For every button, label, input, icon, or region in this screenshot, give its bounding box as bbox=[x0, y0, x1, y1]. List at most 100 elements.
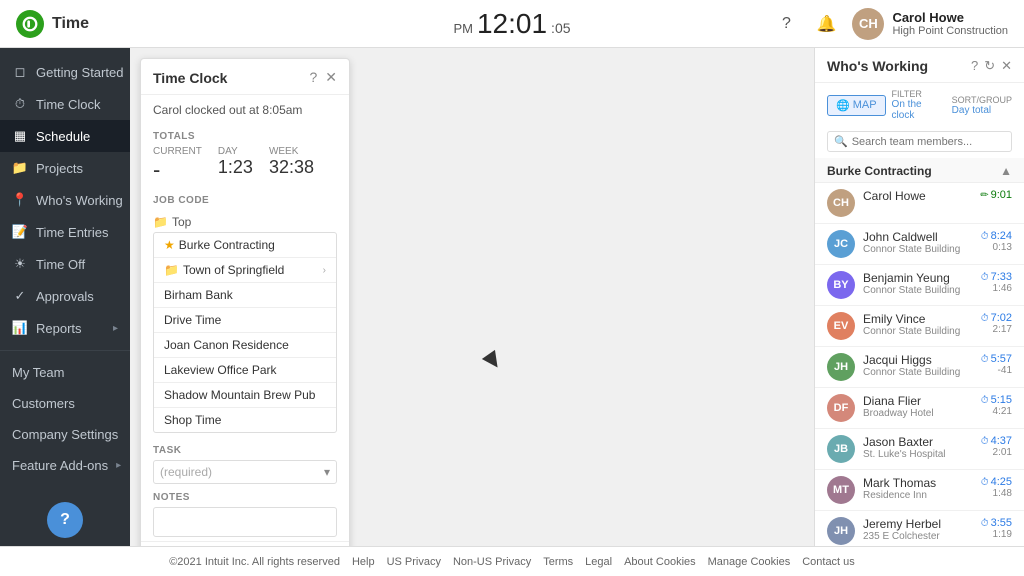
schedule-icon: ▦ bbox=[12, 128, 28, 144]
ww-person-info: Diana FlierBroadway Hotel bbox=[863, 394, 973, 419]
ww-avatar: JC bbox=[827, 230, 855, 258]
modal-footer: OPTIONS ▾ Take Break › Clock In bbox=[141, 541, 349, 546]
modal-close-icon[interactable]: ✕ bbox=[325, 69, 337, 86]
bell-icon[interactable]: 🔔 bbox=[812, 10, 840, 38]
help-icon[interactable]: ? bbox=[772, 10, 800, 38]
modal-help-icon[interactable]: ? bbox=[309, 69, 317, 86]
ww-person-item[interactable]: JBJason BaxterSt. Luke's Hospital⏱ 4:372… bbox=[815, 429, 1024, 470]
ww-person-item[interactable]: EVEmily VinceConnor State Building⏱ 7:02… bbox=[815, 306, 1024, 347]
footer-help[interactable]: Help bbox=[352, 556, 375, 568]
ww-person-info: Emily VinceConnor State Building bbox=[863, 312, 973, 337]
mouse-cursor bbox=[482, 350, 504, 372]
sidebar-nav: ◻ Getting Started ⏱ Time Clock ▦ Schedul… bbox=[0, 48, 130, 490]
user-name: Carol Howe bbox=[892, 10, 1008, 25]
clock-icon: ⏱ bbox=[981, 395, 989, 406]
ww-time-value: 5:57 bbox=[991, 353, 1012, 365]
qb-logo[interactable] bbox=[16, 10, 44, 38]
total-week: WEEK 32:38 bbox=[269, 146, 314, 183]
feature-add-ons-arrow: ▸ bbox=[116, 460, 121, 471]
ww-person-item[interactable]: JHJeremy Herbel235 E Colchester⏱ 3:551:1… bbox=[815, 511, 1024, 546]
ww-person-item[interactable]: JCJohn CaldwellConnor State Building⏱ 8:… bbox=[815, 224, 1024, 265]
sidebar: ◻ Getting Started ⏱ Time Clock ▦ Schedul… bbox=[0, 48, 130, 546]
time-display: 12:01 bbox=[477, 8, 547, 40]
filter-value[interactable]: On the clock bbox=[892, 99, 946, 121]
job-code-section: JOB CODE 📁 Top ★Burke Contracting 📁Town … bbox=[141, 189, 349, 441]
whos-working-icon: 📍 bbox=[12, 192, 28, 208]
ww-person-name: Emily Vince bbox=[863, 312, 973, 326]
sidebar-label-my-team: My Team bbox=[12, 365, 65, 380]
job-item-springfield[interactable]: 📁Town of Springfield › bbox=[154, 258, 336, 283]
sort-value[interactable]: Day total bbox=[952, 105, 1012, 116]
time-clock-modal: Time Clock ? ✕ Carol clocked out at 8:05… bbox=[140, 58, 350, 546]
job-item-lakeview[interactable]: Lakeview Office Park bbox=[154, 358, 336, 383]
ww-person-name: Jeremy Herbel bbox=[863, 517, 973, 531]
ww-company-header: Burke Contracting ▲ bbox=[815, 158, 1024, 183]
sidebar-item-schedule[interactable]: ▦ Schedule bbox=[0, 120, 130, 152]
ww-person-item[interactable]: BYBenjamin YeungConnor State Building⏱ 7… bbox=[815, 265, 1024, 306]
footer-manage-cookies[interactable]: Manage Cookies bbox=[708, 556, 791, 568]
ww-refresh-icon[interactable]: ↻ bbox=[984, 58, 995, 74]
ww-person-name: Jason Baxter bbox=[863, 435, 973, 449]
sidebar-item-my-team[interactable]: My Team bbox=[0, 357, 130, 388]
ww-person-name: Carol Howe bbox=[863, 189, 972, 203]
sidebar-item-company-settings[interactable]: Company Settings bbox=[0, 419, 130, 450]
ww-help-icon[interactable]: ? bbox=[971, 58, 978, 74]
footer-about-cookies[interactable]: About Cookies bbox=[624, 556, 696, 568]
job-item-burke[interactable]: ★Burke Contracting bbox=[154, 233, 336, 258]
footer-legal[interactable]: Legal bbox=[585, 556, 612, 568]
footer-us-privacy[interactable]: US Privacy bbox=[387, 556, 441, 568]
sidebar-item-reports[interactable]: 📊 Reports ▸ bbox=[0, 312, 130, 344]
footer-contact-us[interactable]: Contact us bbox=[802, 556, 855, 568]
map-button[interactable]: 🌐 MAP bbox=[827, 95, 886, 116]
job-item-joan[interactable]: Joan Canon Residence bbox=[154, 333, 336, 358]
company-collapse-icon[interactable]: ▲ bbox=[1000, 164, 1012, 178]
modal-header: Time Clock ? ✕ bbox=[141, 59, 349, 95]
ww-time-sub: 0:13 bbox=[993, 242, 1012, 253]
sidebar-item-feature-add-ons[interactable]: Feature Add-ons ▸ bbox=[0, 450, 130, 481]
approvals-icon: ✓ bbox=[12, 288, 28, 304]
ww-person-item[interactable]: CHCarol Howe✏ 9:01 bbox=[815, 183, 1024, 224]
notes-input[interactable] bbox=[153, 507, 337, 537]
clock-icon: ⏱ bbox=[981, 231, 989, 242]
sidebar-item-approvals[interactable]: ✓ Approvals bbox=[0, 280, 130, 312]
sidebar-item-customers[interactable]: Customers bbox=[0, 388, 130, 419]
sidebar-item-getting-started[interactable]: ◻ Getting Started bbox=[0, 56, 130, 88]
ww-person-location: Broadway Hotel bbox=[863, 408, 973, 419]
job-lakeview-label: Lakeview Office Park bbox=[164, 363, 277, 377]
sidebar-item-time-off[interactable]: ☀ Time Off bbox=[0, 248, 130, 280]
ww-avatar: EV bbox=[827, 312, 855, 340]
user-company: High Point Construction bbox=[892, 25, 1008, 37]
ww-person-item[interactable]: DFDiana FlierBroadway Hotel⏱ 5:154:21 bbox=[815, 388, 1024, 429]
header-right: ? 🔔 CH Carol Howe High Point Constructio… bbox=[772, 8, 1008, 40]
totals-row: CURRENT - DAY 1:23 WEEK 32:38 bbox=[153, 146, 337, 183]
sidebar-item-whos-working[interactable]: 📍 Who's Working bbox=[0, 184, 130, 216]
help-circle-button[interactable]: ? bbox=[47, 502, 83, 538]
sidebar-item-projects[interactable]: 📁 Projects bbox=[0, 152, 130, 184]
footer-terms[interactable]: Terms bbox=[543, 556, 573, 568]
day-value: 1:23 bbox=[218, 157, 253, 178]
ww-person-item[interactable]: JHJacqui HiggsConnor State Building⏱ 5:5… bbox=[815, 347, 1024, 388]
ww-person-item[interactable]: MTMark ThomasResidence Inn⏱ 4:251:48 bbox=[815, 470, 1024, 511]
job-item-birham[interactable]: Birham Bank bbox=[154, 283, 336, 308]
job-joan-label: Joan Canon Residence bbox=[164, 338, 289, 352]
modal-title: Time Clock bbox=[153, 70, 227, 86]
job-item-shadow[interactable]: Shadow Mountain Brew Pub bbox=[154, 383, 336, 408]
sidebar-label-approvals: Approvals bbox=[36, 289, 94, 304]
ww-time-col: ⏱ 3:551:19 bbox=[981, 517, 1012, 540]
task-select[interactable]: (required) ▾ bbox=[153, 460, 337, 484]
search-input-wrap[interactable]: 🔍 bbox=[827, 131, 1012, 152]
ww-person-name: Jacqui Higgs bbox=[863, 353, 973, 367]
ww-time-value: 7:02 bbox=[991, 312, 1012, 324]
sidebar-item-time-entries[interactable]: 📝 Time Entries bbox=[0, 216, 130, 248]
job-burke-label: Burke Contracting bbox=[179, 238, 275, 252]
ww-time-col: ✏ 9:01 bbox=[980, 189, 1012, 201]
job-item-drive[interactable]: Drive Time bbox=[154, 308, 336, 333]
ww-time-main: ⏱ 4:25 bbox=[981, 476, 1012, 488]
user-info[interactable]: CH Carol Howe High Point Construction bbox=[852, 8, 1008, 40]
search-input[interactable] bbox=[852, 136, 1005, 148]
footer-non-us-privacy[interactable]: Non-US Privacy bbox=[453, 556, 531, 568]
ww-close-icon[interactable]: ✕ bbox=[1001, 58, 1012, 74]
job-item-shop[interactable]: Shop Time bbox=[154, 408, 336, 432]
sidebar-item-time-clock[interactable]: ⏱ Time Clock bbox=[0, 88, 130, 120]
job-list: ★Burke Contracting 📁Town of Springfield … bbox=[153, 232, 337, 433]
